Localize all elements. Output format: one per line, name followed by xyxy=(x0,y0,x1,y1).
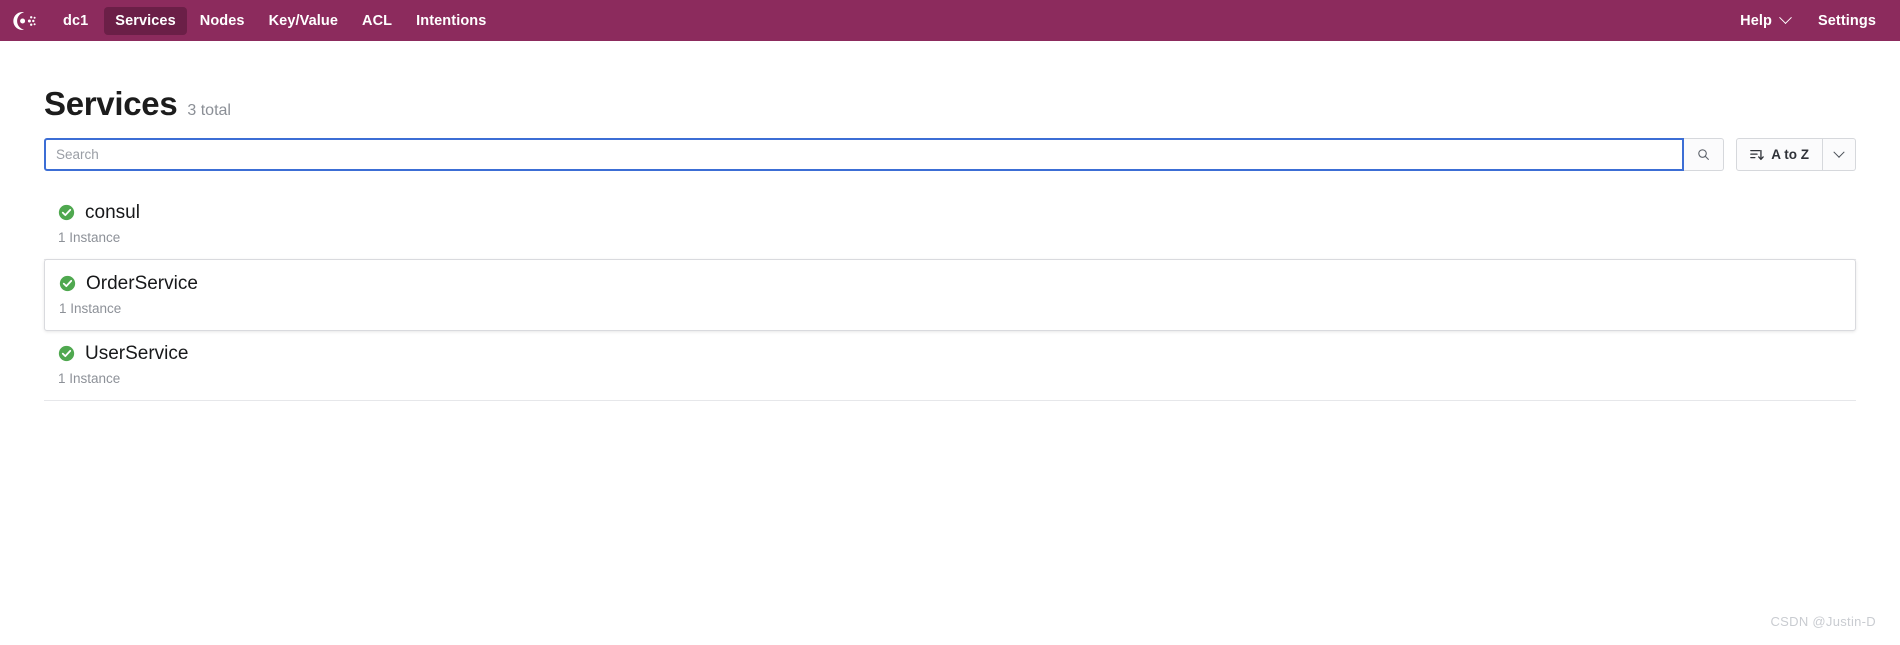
page-title: Services xyxy=(44,85,178,122)
chevron-down-icon xyxy=(1833,146,1845,158)
search-input[interactable] xyxy=(44,138,1685,171)
nav-item-intentions[interactable]: Intentions xyxy=(405,7,497,35)
list-toolbar: A to Z xyxy=(44,138,1856,171)
search-group xyxy=(44,138,1725,171)
sort-order-button[interactable]: A to Z xyxy=(1736,138,1823,171)
page-header: Services 3 total xyxy=(44,41,1856,130)
nav-datacenter-selector[interactable]: dc1 xyxy=(54,7,102,35)
sort-dropdown-button[interactable] xyxy=(1823,138,1856,171)
service-instance-count: 1 Instance xyxy=(58,371,121,386)
check-circle-icon xyxy=(58,204,75,221)
service-instance-count: 1 Instance xyxy=(59,301,122,316)
search-icon xyxy=(1698,149,1710,160)
service-instance-count: 1 Instance xyxy=(58,230,121,245)
service-title-row: UserService xyxy=(58,342,1842,365)
services-total-count: 3 total xyxy=(187,102,231,119)
service-name: consul xyxy=(85,202,140,223)
nav-item-acl[interactable]: ACL xyxy=(351,7,403,35)
service-title-row: consul xyxy=(58,201,1842,224)
chevron-down-icon xyxy=(1779,11,1792,25)
service-name: UserService xyxy=(85,343,189,364)
check-circle-icon xyxy=(59,275,76,292)
sort-group: A to Z xyxy=(1736,138,1856,171)
list-item[interactable]: UserService 1 Instance xyxy=(44,330,1856,401)
nav-help-label: Help xyxy=(1740,12,1772,29)
nav-help-menu[interactable]: Help xyxy=(1738,7,1792,35)
list-item[interactable]: consul 1 Instance xyxy=(44,189,1856,260)
nav-item-settings[interactable]: Settings xyxy=(1816,7,1878,35)
top-navigation-bar: dc1 Services Nodes Key/Value ACL Intenti… xyxy=(0,0,1900,41)
search-submit-button[interactable] xyxy=(1684,138,1725,171)
nav-item-nodes[interactable]: Nodes xyxy=(189,7,256,35)
primary-nav-items: dc1 Services Nodes Key/Value ACL Intenti… xyxy=(54,6,497,35)
nav-item-services[interactable]: Services xyxy=(104,6,187,35)
sort-descending-icon xyxy=(1750,149,1765,160)
check-circle-icon xyxy=(58,345,75,362)
page-content: Services 3 total A to xyxy=(0,41,1900,401)
list-item[interactable]: OrderService 1 Instance xyxy=(44,259,1856,331)
service-title-row: OrderService xyxy=(59,272,1841,295)
sort-order-label: A to Z xyxy=(1771,147,1809,162)
service-name: OrderService xyxy=(86,273,198,294)
watermark: CSDN @Justin-D xyxy=(1770,614,1876,629)
secondary-nav-items: Help Settings xyxy=(1738,7,1878,35)
consul-logo-icon[interactable] xyxy=(8,6,38,36)
services-list: consul 1 Instance OrderService 1 Instanc… xyxy=(44,189,1856,401)
nav-item-key-value[interactable]: Key/Value xyxy=(258,7,349,35)
